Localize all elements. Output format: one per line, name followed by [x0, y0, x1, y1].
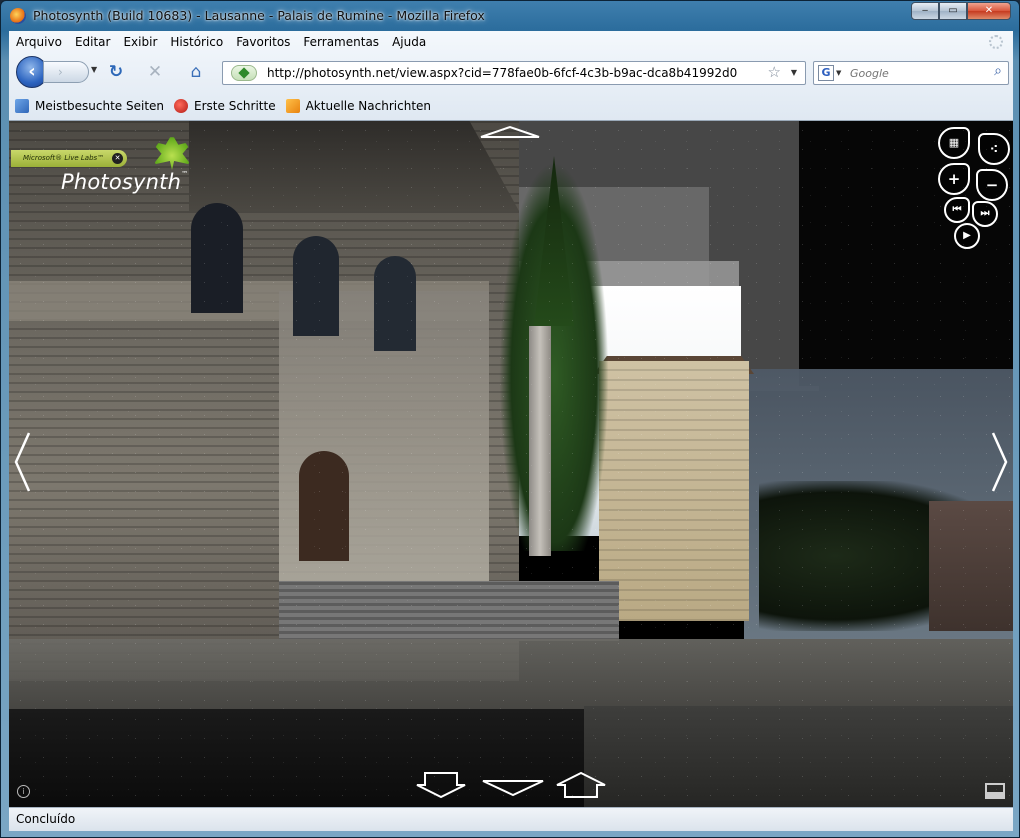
move-forward-icon[interactable] — [556, 771, 606, 798]
browser-chrome: Arquivo Editar Exibir Histórico Favorito… — [9, 31, 1013, 121]
minimize-button[interactable]: ‒ — [911, 2, 939, 20]
fullscreen-icon[interactable] — [985, 783, 1005, 799]
rss-feed-icon — [285, 99, 300, 113]
photosynth-viewer[interactable]: Microsoft® Live Labs™ ✕ Photosynth™ ▦ ⁖ … — [9, 121, 1013, 807]
bookmark-label: Meistbesuchte Seiten — [35, 99, 165, 113]
menu-historico[interactable]: Histórico — [163, 33, 229, 53]
next-photo-arrow-icon[interactable] — [991, 431, 1009, 493]
menu-ajuda[interactable]: Ajuda — [385, 33, 432, 53]
bookmark-most-visited[interactable]: Meistbesuchte Seiten — [15, 95, 168, 117]
throbber-icon — [989, 35, 1003, 49]
google-engine-icon[interactable]: G — [818, 65, 834, 81]
move-down-arrow-icon[interactable] — [482, 780, 544, 797]
skip-forward-icon[interactable]: ⏭ — [972, 201, 998, 227]
engine-dropdown-icon[interactable]: ▼ — [836, 69, 841, 77]
stop-icon[interactable]: ✕ — [144, 61, 166, 83]
close-button[interactable]: ✕ — [967, 2, 1011, 20]
info-icon[interactable]: i — [17, 785, 30, 798]
firefox-icon — [10, 8, 26, 24]
bookmark-label: Aktuelle Nachrichten — [305, 99, 432, 113]
menu-ferramentas[interactable]: Ferramentas — [296, 33, 385, 53]
window-controls: ‒ ▭ ✕ — [911, 2, 1011, 20]
search-icon[interactable]: ⌕ — [994, 63, 1002, 79]
move-up-arrow-icon[interactable] — [479, 125, 541, 139]
previous-photo-arrow-icon[interactable] — [13, 431, 31, 493]
navigation-toolbar: ‹ › ▼ ↻ ✕ ⌂ http://photosynth.net/view.a… — [9, 55, 1013, 89]
url-bar[interactable]: http://photosynth.net/view.aspx?cid=778f… — [222, 61, 806, 85]
bottom-navigation — [416, 771, 606, 799]
home-icon[interactable]: ⌂ — [185, 61, 207, 83]
grid-view-icon[interactable]: ▦ — [938, 127, 970, 159]
bookmark-label: Erste Schritte — [194, 99, 276, 113]
window-title: Photosynth (Build 10683) - Lausanne - Pa… — [33, 8, 485, 23]
bookmark-getting-started[interactable]: Erste Schritte — [174, 95, 280, 117]
status-text: Concluído — [16, 812, 76, 826]
most-visited-icon — [15, 99, 29, 113]
play-icon[interactable]: ▶ — [954, 223, 980, 249]
status-bar: Concluído — [9, 807, 1013, 831]
history-dropdown-icon[interactable]: ▼ — [91, 65, 97, 74]
bookmark-star-icon[interactable]: ☆ — [768, 63, 781, 81]
back-arrow-icon: ‹ — [28, 61, 36, 82]
browser-window: Photosynth (Build 10683) - Lausanne - Pa… — [0, 0, 1020, 838]
url-text[interactable]: http://photosynth.net/view.aspx?cid=778f… — [267, 66, 737, 80]
point-cloud-icon[interactable]: ⁖ — [978, 133, 1010, 165]
maximize-button[interactable]: ▭ — [939, 2, 967, 20]
badge-close-icon[interactable]: ✕ — [112, 153, 123, 164]
menu-exibir[interactable]: Exibir — [116, 33, 163, 53]
menu-arquivo[interactable]: Arquivo — [9, 33, 68, 53]
bookmark-latest-news[interactable]: Aktuelle Nachrichten — [285, 95, 435, 117]
bookmarks-toolbar: Meistbesuchte Seiten Erste Schritte Aktu… — [9, 95, 435, 117]
skip-back-icon[interactable]: ⏮ — [944, 197, 970, 223]
zoom-out-icon[interactable]: − — [976, 169, 1008, 201]
reload-icon[interactable]: ↻ — [105, 61, 127, 83]
search-box[interactable]: G ▼ ⌕ — [813, 61, 1009, 85]
move-back-icon[interactable] — [416, 772, 466, 799]
site-identity-icon[interactable] — [231, 65, 257, 81]
photosynth-name: Photosynth™ — [61, 170, 189, 194]
search-input[interactable] — [850, 65, 980, 81]
title-bar[interactable]: Photosynth (Build 10683) - Lausanne - Pa… — [1, 1, 1019, 31]
forward-button[interactable]: › — [43, 61, 89, 83]
zoom-in-icon[interactable]: + — [938, 163, 970, 195]
url-dropdown-icon[interactable]: ▼ — [791, 68, 797, 77]
viewer-controls: ▦ ⁖ + − ⏮ ⏭ ▶ — [934, 125, 1010, 249]
menu-editar[interactable]: Editar — [68, 33, 117, 53]
menu-bar: Arquivo Editar Exibir Histórico Favorito… — [9, 33, 1003, 53]
getting-started-icon — [174, 99, 189, 113]
live-labs-badge: Microsoft® Live Labs™ — [11, 150, 127, 167]
point-cloud-overlay — [9, 121, 1013, 807]
forward-arrow-icon: › — [58, 65, 63, 79]
menu-favoritos[interactable]: Favoritos — [229, 33, 296, 53]
